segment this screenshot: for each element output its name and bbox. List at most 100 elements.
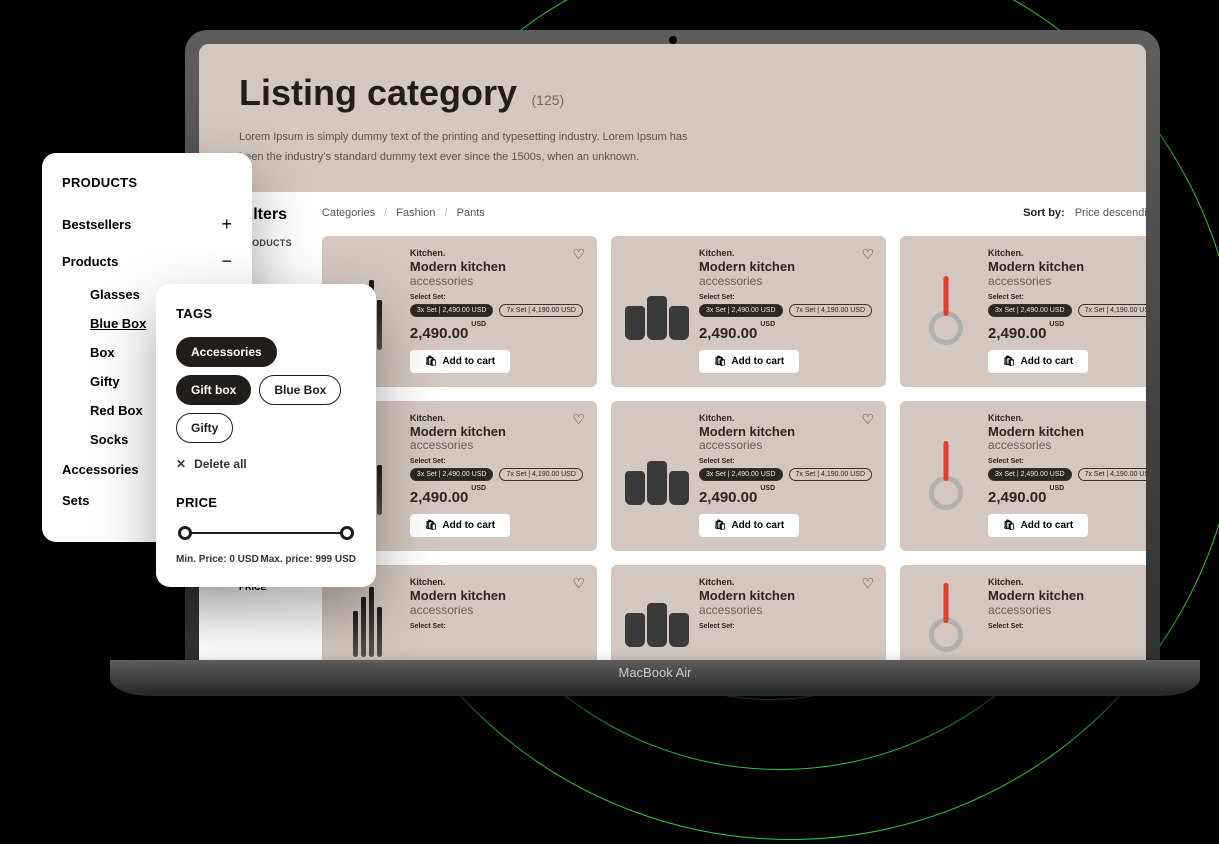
slider-max-handle[interactable] xyxy=(340,526,354,540)
breadcrumb-l3[interactable]: Pants xyxy=(457,207,485,219)
page-description: Lorem Ipsum is simply dummy text of the … xyxy=(239,128,699,168)
heart-icon[interactable]: ♡ xyxy=(861,246,874,263)
product-card[interactable]: ♡ Kitchen. Modern kitchen accessories Se… xyxy=(611,565,886,671)
product-kicker: Kitchen. xyxy=(988,413,1146,423)
heart-icon[interactable]: ♡ xyxy=(572,411,585,428)
product-title: Modern kitchen xyxy=(699,589,872,604)
heart-icon[interactable]: ♡ xyxy=(572,246,585,263)
set-option-3x[interactable]: 3x Set | 2,490.00 USD xyxy=(699,304,783,317)
heart-icon[interactable]: ♡ xyxy=(861,411,874,428)
product-card[interactable]: ♡ Kitchen. Modern kitchen accessories Se… xyxy=(900,236,1146,387)
set-option-7x[interactable]: 7x Set | 4,190.00 USD xyxy=(499,468,583,481)
product-title: Modern kitchen xyxy=(988,425,1146,440)
sort-label: Sort by: xyxy=(1023,207,1065,219)
product-image xyxy=(914,577,978,657)
slider-track xyxy=(182,532,350,534)
product-image xyxy=(914,248,978,373)
breadcrumb-sep: / xyxy=(445,207,448,219)
tags-heading: TAGS xyxy=(176,306,356,321)
select-set-label: Select Set: xyxy=(988,623,1146,630)
add-to-cart-button[interactable]: 🛍Add to cart xyxy=(410,514,510,537)
product-price: 2,490.00USD xyxy=(988,489,1146,506)
plus-icon: + xyxy=(221,214,232,235)
product-price: 2,490.00USD xyxy=(410,489,583,506)
basket-icon: 🛍 xyxy=(425,356,438,367)
set-option-7x[interactable]: 7x Set | 4,190.00 USD xyxy=(789,304,873,317)
sidebar-item-products[interactable]: Products − xyxy=(62,243,232,280)
minus-icon: − xyxy=(221,251,232,272)
product-price: 2,490.00USD xyxy=(699,489,872,506)
set-option-3x[interactable]: 3x Set | 2,490.00 USD xyxy=(699,468,783,481)
laptop-base: MacBook Air xyxy=(110,660,1200,696)
tag-accessories[interactable]: Accessories xyxy=(176,337,277,367)
hero-banner: Listing category (125) Lorem Ipsum is si… xyxy=(199,44,1146,192)
product-title: Modern kitchen xyxy=(699,425,872,440)
tag-blue-box[interactable]: Blue Box xyxy=(259,375,341,405)
select-set-label: Select Set: xyxy=(410,623,583,630)
product-grid: ♡ Kitchen. Modern kitchen accessories Se… xyxy=(322,236,1146,672)
product-price: 2,490.00USD xyxy=(988,325,1146,342)
camera-notch xyxy=(669,36,677,44)
add-to-cart-button[interactable]: 🛍Add to cart xyxy=(988,350,1088,373)
product-subtitle: accessories xyxy=(699,438,872,452)
add-to-cart-button[interactable]: 🛍Add to cart xyxy=(699,350,799,373)
slider-min-handle[interactable] xyxy=(178,526,192,540)
price-section: PRICE Min. Price: 0 USD Max. price: 999 … xyxy=(176,495,356,565)
tag-gift-box[interactable]: Gift box xyxy=(176,375,251,405)
product-card[interactable]: ♡ Kitchen. Modern kitchen accessories Se… xyxy=(611,401,886,552)
breadcrumb-l2[interactable]: Fashion xyxy=(396,207,435,219)
set-option-7x[interactable]: 7x Set | 4,190.00 USD xyxy=(499,304,583,317)
products-panel-heading: PRODUCTS xyxy=(62,175,232,190)
sidebar-item-label: Sets xyxy=(62,493,89,508)
product-subtitle: accessories xyxy=(410,438,583,452)
sort-value: Price descending xyxy=(1075,207,1146,219)
set-option-3x[interactable]: 3x Set | 2,490.00 USD xyxy=(988,304,1072,317)
tag-gifty[interactable]: Gifty xyxy=(176,413,233,443)
product-price: 2,490.00USD xyxy=(699,325,872,342)
set-option-7x[interactable]: 7x Set | 4,190.00 USD xyxy=(1078,304,1146,317)
product-title: Modern kitchen xyxy=(410,589,583,604)
delete-all-button[interactable]: ✕ Delete all xyxy=(176,457,356,471)
product-subtitle: accessories xyxy=(410,603,583,617)
add-to-cart-button[interactable]: 🛍Add to cart xyxy=(699,514,799,537)
product-kicker: Kitchen. xyxy=(988,577,1146,587)
product-subtitle: accessories xyxy=(988,438,1146,452)
product-image xyxy=(914,413,978,538)
set-option-7x[interactable]: 7x Set | 4,190.00 USD xyxy=(789,468,873,481)
product-card[interactable]: ♡ Kitchen. Modern kitchen accessories Se… xyxy=(611,236,886,387)
set-option-3x[interactable]: 3x Set | 2,490.00 USD xyxy=(410,468,494,481)
product-kicker: Kitchen. xyxy=(410,413,583,423)
page-title: Listing category xyxy=(239,72,517,114)
sort-control[interactable]: Sort by: Price descending ↓ xyxy=(1023,206,1146,220)
heart-icon[interactable]: ♡ xyxy=(861,575,874,592)
set-option-3x[interactable]: 3x Set | 2,490.00 USD xyxy=(988,468,1072,481)
basket-icon: 🛍 xyxy=(1003,520,1016,531)
select-set-label: Select Set: xyxy=(988,458,1146,465)
product-image xyxy=(625,248,689,373)
heart-icon[interactable]: ♡ xyxy=(572,575,585,592)
add-to-cart-button[interactable]: 🛍Add to cart xyxy=(988,514,1088,537)
product-title: Modern kitchen xyxy=(699,260,872,275)
sidebar-item-bestsellers[interactable]: Bestsellers + xyxy=(62,206,232,243)
product-subtitle: accessories xyxy=(699,274,872,288)
product-kicker: Kitchen. xyxy=(699,248,872,258)
product-kicker: Kitchen. xyxy=(699,577,872,587)
price-slider[interactable] xyxy=(182,526,350,540)
select-set-label: Select Set: xyxy=(699,458,872,465)
select-set-label: Select Set: xyxy=(699,623,872,630)
close-icon: ✕ xyxy=(176,457,186,471)
tags-panel: TAGS Accessories Gift box Blue Box Gifty… xyxy=(156,284,376,587)
add-to-cart-button[interactable]: 🛍Add to cart xyxy=(410,350,510,373)
results-count: (125) xyxy=(532,92,565,108)
product-kicker: Kitchen. xyxy=(699,413,872,423)
delete-all-label: Delete all xyxy=(194,457,247,471)
product-title: Modern kitchen xyxy=(988,589,1146,604)
set-option-7x[interactable]: 7x Set | 4,190.00 USD xyxy=(1078,468,1146,481)
breadcrumb-l1[interactable]: Categories xyxy=(322,207,375,219)
product-card[interactable]: ♡ Kitchen. Modern kitchen accessories Se… xyxy=(900,401,1146,552)
product-card[interactable]: ♡ Kitchen. Modern kitchen accessories Se… xyxy=(900,565,1146,671)
topbar: Categories / Fashion / Pants Sort by: Pr… xyxy=(322,206,1146,220)
product-kicker: Kitchen. xyxy=(410,248,583,258)
set-option-3x[interactable]: 3x Set | 2,490.00 USD xyxy=(410,304,494,317)
basket-icon: 🛍 xyxy=(425,520,438,531)
